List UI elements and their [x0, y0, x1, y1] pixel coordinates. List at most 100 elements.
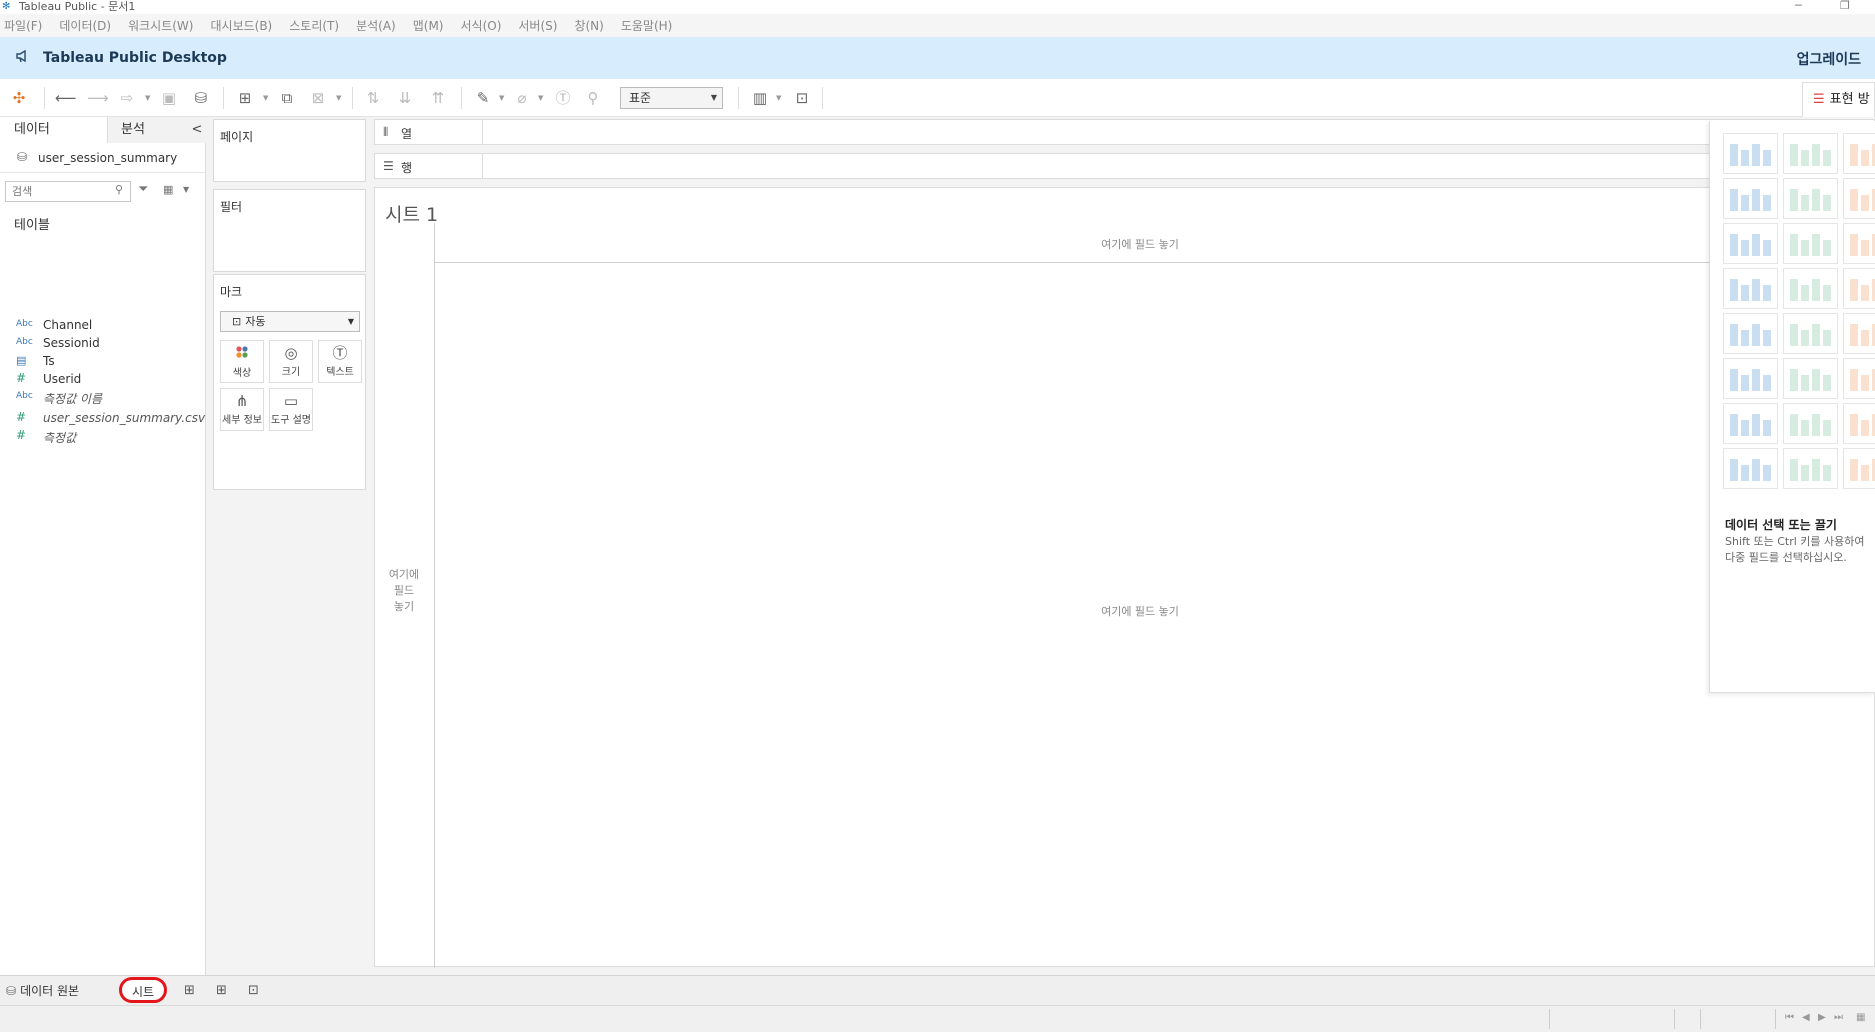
menu-map[interactable]: 맵(M)	[413, 17, 444, 34]
pin-icon[interactable]: ⚲	[583, 88, 603, 108]
restore-button[interactable]: ❐	[1840, 0, 1850, 12]
new-datasource-icon[interactable]: ⛁	[191, 88, 211, 108]
field-item-userid[interactable]: # Userid	[0, 369, 206, 389]
upgrade-link[interactable]: 업그레이드	[1797, 49, 1861, 69]
highlight-icon[interactable]: ✎	[473, 88, 493, 108]
show-me-gantt-chart[interactable]	[1723, 448, 1778, 489]
show-cards-icon[interactable]: ▥	[750, 88, 770, 108]
show-me-histogram[interactable]	[1783, 403, 1838, 444]
menu-help[interactable]: 도움말(H)	[621, 17, 673, 34]
first-page-icon[interactable]: ⏮	[1785, 1012, 1794, 1023]
sort-descending-icon[interactable]: ⇈	[428, 88, 448, 108]
tooltip-mark-button[interactable]: ▭ 도구 설명	[269, 388, 313, 431]
chevron-down-icon[interactable]: ▼	[263, 94, 268, 102]
minimize-button[interactable]: ─	[1795, 0, 1802, 12]
menu-data[interactable]: 데이터(D)	[59, 17, 111, 34]
show-me-symbol-map[interactable]	[1723, 178, 1778, 219]
show-me-area-discrete[interactable]	[1783, 358, 1838, 399]
new-story-icon[interactable]: ⊡	[248, 983, 259, 998]
tab-data[interactable]: 데이터	[0, 117, 108, 143]
show-me-scatter-plot[interactable]	[1723, 403, 1778, 444]
datasource-tab[interactable]: ⛁ 데이터 원본	[0, 976, 79, 1006]
sort-ascending-icon[interactable]: ⇊	[395, 88, 415, 108]
text-mark-button[interactable]: Ⓣ 텍스트	[318, 340, 362, 383]
columns-shelf[interactable]: ⦀ 열	[374, 119, 1875, 145]
show-me-area-continuous[interactable]	[1723, 358, 1778, 399]
chevron-down-icon[interactable]: ▼	[538, 94, 543, 102]
redo-icon[interactable]: ⟶	[87, 88, 109, 108]
grid-view-icon[interactable]: ▦	[1856, 1012, 1865, 1023]
prev-page-icon[interactable]: ◀	[1802, 1012, 1810, 1023]
show-me-highlight-table[interactable]	[1843, 133, 1875, 174]
show-me-discrete-lines[interactable]	[1783, 313, 1838, 354]
show-me-bullet-graph[interactable]	[1783, 448, 1838, 489]
view-options-icon[interactable]: ▦	[163, 183, 173, 196]
save-icon[interactable]: ▣	[159, 88, 179, 108]
menu-window[interactable]: 창(N)	[574, 17, 603, 34]
filters-card[interactable]: 필터	[213, 189, 366, 272]
show-me-side-by-side-circles[interactable]	[1843, 268, 1875, 309]
menu-analysis[interactable]: 분석(A)	[356, 17, 396, 34]
chevron-down-icon[interactable]: ▼	[145, 94, 150, 102]
clear-sheet-icon[interactable]: ⊠	[308, 88, 328, 108]
undo-icon[interactable]: ⟵	[55, 88, 77, 108]
mark-type-dropdown[interactable]: ⊡ 자동 ▼	[220, 311, 360, 332]
show-me-treemap[interactable]	[1723, 268, 1778, 309]
new-worksheet-icon[interactable]: ⊞	[184, 983, 195, 998]
collapse-pane-button[interactable]: <	[188, 117, 206, 143]
datasource-item[interactable]: ⛁ user_session_summary	[0, 143, 206, 173]
column-drop-zone[interactable]: 여기에 필드 놓기	[435, 223, 1875, 263]
menu-server[interactable]: 서버(S)	[518, 17, 557, 34]
field-item-measure-values[interactable]: # 측정값	[0, 426, 206, 446]
show-me-horizontal-bars[interactable]	[1723, 223, 1778, 264]
replay-icon[interactable]: ⇨	[117, 88, 137, 108]
field-item-ts[interactable]: ▤ Ts	[0, 351, 206, 371]
field-item[interactable]	[0, 198, 206, 218]
chevron-down-icon[interactable]: ▼	[776, 94, 781, 102]
duplicate-sheet-icon[interactable]: ⧉	[277, 88, 297, 108]
filter-icon[interactable]: ⏷	[138, 182, 148, 197]
new-dashboard-icon[interactable]: ⊞	[216, 983, 227, 998]
fit-dropdown[interactable]: 표준 ▼	[620, 87, 723, 109]
detail-mark-button[interactable]: ⋔ 세부 정보	[220, 388, 264, 431]
size-mark-button[interactable]: ◎ 크기	[269, 340, 313, 383]
show-me-packed-bubbles[interactable]	[1843, 448, 1875, 489]
show-me-circle-view[interactable]	[1783, 268, 1838, 309]
show-me-continuous-lines[interactable]	[1723, 313, 1778, 354]
show-me-text-table[interactable]	[1723, 133, 1778, 174]
field-item-measure-names[interactable]: Abc 측정값 이름	[0, 387, 206, 407]
show-me-button[interactable]: ☰표현 방식	[1802, 82, 1875, 141]
show-me-dual-combination[interactable]	[1843, 358, 1875, 399]
field-item-record-count[interactable]: # user_session_summary.csv(...	[0, 408, 221, 428]
color-mark-button[interactable]: 색상	[220, 340, 264, 383]
chevron-down-icon[interactable]: ▼	[336, 94, 341, 102]
show-me-side-by-side-bars[interactable]	[1843, 223, 1875, 264]
show-me-dual-lines[interactable]	[1843, 313, 1875, 354]
pages-card[interactable]: 페이지	[213, 119, 366, 182]
sheet-tab[interactable]: 시트	[119, 977, 167, 1003]
field-item-channel[interactable]: Abc Channel	[0, 315, 206, 335]
chevron-down-icon[interactable]: ▼	[499, 94, 504, 102]
show-me-filled-map[interactable]	[1783, 178, 1838, 219]
next-page-icon[interactable]: ▶	[1818, 1012, 1826, 1023]
field-item-sessionid[interactable]: Abc Sessionid	[0, 333, 206, 353]
rows-shelf[interactable]: ☰ 행	[374, 153, 1875, 179]
tableau-home-icon[interactable]: ✣	[9, 88, 29, 108]
last-page-icon[interactable]: ⏭	[1834, 1012, 1843, 1023]
row-drop-zone[interactable]: 여기에 필드 놓기	[375, 223, 435, 968]
show-me-stacked-bars[interactable]	[1783, 223, 1838, 264]
show-mark-labels-icon[interactable]: Ⓣ	[553, 88, 573, 108]
menu-worksheet[interactable]: 워크시트(W)	[128, 17, 193, 34]
menu-story[interactable]: 스토리(T)	[289, 17, 339, 34]
presentation-mode-icon[interactable]: ⊡	[792, 88, 812, 108]
swap-rows-columns-icon[interactable]: ⇅	[363, 88, 383, 108]
show-me-pie-chart[interactable]	[1843, 178, 1875, 219]
group-members-icon[interactable]: ⌀	[512, 88, 532, 108]
chevron-down-icon[interactable]: ▼	[183, 185, 189, 194]
tab-analysis[interactable]: 분석	[108, 117, 188, 143]
show-me-heat-map[interactable]	[1783, 133, 1838, 174]
menu-file[interactable]: 파일(F)	[4, 17, 42, 34]
show-me-box-and-whisker[interactable]	[1843, 403, 1875, 444]
menu-dashboard[interactable]: 대시보드(B)	[210, 17, 272, 34]
new-worksheet-icon[interactable]: ⊞	[235, 88, 255, 108]
